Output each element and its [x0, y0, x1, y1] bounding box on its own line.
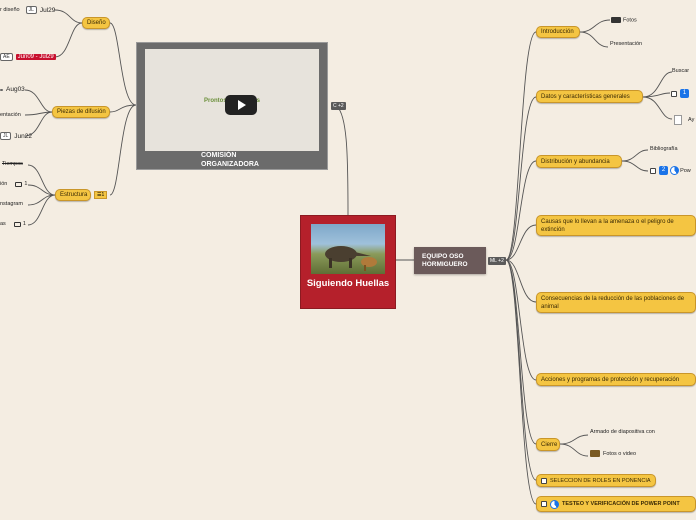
node-distribucion[interactable]: Distribución y abundancia	[536, 155, 622, 168]
leaf-estructura-4[interactable]: as 1	[0, 221, 26, 227]
node-acciones[interactable]: Acciones y programas de protección y rec…	[536, 373, 696, 386]
team-label: EQUIPO OSO HORMIGUERO	[422, 252, 468, 268]
document-icon	[674, 115, 682, 125]
node-introduccion-label: Introducción	[541, 29, 574, 35]
node-diseno[interactable]: Diseño	[82, 17, 110, 29]
node-datos-caracteristicas[interactable]: Datos y características generales	[536, 90, 643, 103]
node-consecuencias-label: Consecuencias de la reducción de las pob…	[541, 295, 685, 310]
leaf-estructura-2-label: ión	[0, 181, 8, 187]
leaf-datos-task[interactable]: 1	[671, 89, 689, 98]
node-testeo[interactable]: TESTEO Y VERIFICACIÓN DE POWER POINT	[536, 496, 696, 512]
leaf-fotos-video[interactable]: Fotos o video	[590, 450, 636, 457]
node-acciones-label: Acciones y programas de protección y rec…	[541, 376, 680, 383]
central-topic[interactable]: Siguiendo Huellas	[300, 215, 396, 309]
collaborators-tag[interactable]: ML +2	[488, 257, 506, 265]
date-label: Jun22	[14, 132, 32, 140]
progress-icon	[669, 166, 679, 175]
node-datos-label: Datos y características generales	[541, 93, 630, 100]
leaf-pow-label: Pow	[680, 167, 691, 174]
leaf-estructura-4-label: as	[0, 221, 6, 227]
node-distribucion-label: Distribución y abundancia	[541, 158, 610, 165]
anteater-image-icon	[325, 246, 377, 271]
task-checkbox[interactable]	[541, 501, 547, 507]
comment-icon	[15, 181, 23, 187]
priority-icon: 1	[680, 89, 689, 98]
node-testeo-label: TESTEO Y VERIFICACIÓN DE POWER POINT	[562, 501, 680, 507]
node-seleccion-label: SELECCION DE ROLES EN PONENCIA	[550, 477, 651, 484]
leaf-distribucion-task[interactable]: 2 Pow	[650, 166, 691, 175]
progress-icon	[550, 499, 559, 509]
central-title: Siguiendo Huellas	[306, 278, 390, 289]
leaf-estructura-3[interactable]: nstagram	[0, 201, 23, 207]
attachment-count: 1	[101, 192, 105, 198]
leaf-ay[interactable]: Ay	[674, 115, 694, 125]
node-cierre[interactable]: Cierre	[536, 438, 560, 451]
leaf-diseno-1[interactable]: r diseño JL Jul29	[0, 6, 55, 14]
attachment-count-tag[interactable]: ☰1	[94, 191, 108, 199]
video-thumbnail: Prontos a ser libres	[145, 49, 319, 151]
node-introduccion[interactable]: Introducción	[536, 26, 580, 38]
node-seleccion-roles[interactable]: SELECCION DE ROLES EN PONENCIA	[536, 474, 656, 487]
node-piezas-label: Piezas de difusión	[57, 109, 106, 115]
assignee-badge: AE	[0, 53, 13, 61]
comment-count: 1	[22, 221, 26, 227]
leaf-estructura-1[interactable]: Tiempos	[2, 161, 23, 167]
date-label: Jul29	[39, 6, 56, 14]
camera-icon	[590, 450, 600, 457]
node-diseno-label: Diseño	[87, 20, 106, 26]
assignee-badge: JL	[0, 132, 12, 140]
video-caption: COMISIÓN ORGANIZADORA	[201, 152, 259, 168]
leaf-piezas-2[interactable]: entación	[0, 112, 21, 118]
leaf-fotos-label: Fotos	[623, 17, 637, 24]
assignee-badge	[0, 88, 3, 91]
assignee-badge: JL	[25, 6, 37, 14]
node-estructura-label: Estructura	[60, 192, 88, 198]
node-estructura[interactable]: Estructura	[55, 189, 91, 201]
leaf-diseno-1-label: r diseño	[0, 7, 20, 13]
comment-icon	[13, 221, 21, 227]
leaf-estructura-2[interactable]: ión 1	[0, 181, 27, 187]
leaf-diseno-2[interactable]: AE Jun09 - Jul29	[0, 53, 56, 61]
node-piezas-difusion[interactable]: Piezas de difusión	[52, 106, 110, 118]
play-icon[interactable]	[225, 95, 257, 115]
video-embed[interactable]: Prontos a ser libres COMISIÓN ORGANIZADO…	[136, 42, 328, 170]
node-causas-label: Causas que lo llevan a la amenaza o el p…	[541, 218, 674, 233]
collaborators-tag[interactable]: C +2	[331, 102, 346, 110]
node-cierre-label: Cierre	[541, 441, 558, 448]
leaf-bibliografia[interactable]: Bibliografía	[650, 146, 678, 152]
priority-icon: 2	[659, 166, 668, 175]
task-checkbox[interactable]	[671, 90, 677, 97]
leaf-piezas-1[interactable]: Aug03	[0, 86, 25, 93]
task-checkbox[interactable]	[650, 167, 656, 174]
leaf-armado[interactable]: Armado de diapositiva con	[590, 429, 655, 435]
comment-count: 1	[24, 181, 28, 187]
central-image	[311, 224, 385, 274]
leaf-fotos[interactable]: Fotos	[611, 17, 637, 23]
leaf-ay-label: Ay	[688, 117, 695, 124]
leaf-fotos-video-label: Fotos o video	[603, 450, 637, 457]
task-checkbox[interactable]	[541, 477, 547, 484]
leaf-piezas-3[interactable]: JL Jun22	[0, 132, 32, 140]
date-label: Aug03	[6, 86, 25, 93]
team-node[interactable]: EQUIPO OSO HORMIGUERO	[414, 247, 486, 274]
photo-icon	[611, 17, 621, 23]
date-range-label: Jun09 - Jul29	[15, 54, 56, 60]
leaf-presentacion[interactable]: Presentación	[610, 41, 642, 47]
node-causas[interactable]: Causas que lo llevan a la amenaza o el p…	[536, 215, 696, 236]
leaf-buscar[interactable]: Buscar	[672, 68, 689, 74]
node-consecuencias[interactable]: Consecuencias de la reducción de las pob…	[536, 292, 696, 313]
